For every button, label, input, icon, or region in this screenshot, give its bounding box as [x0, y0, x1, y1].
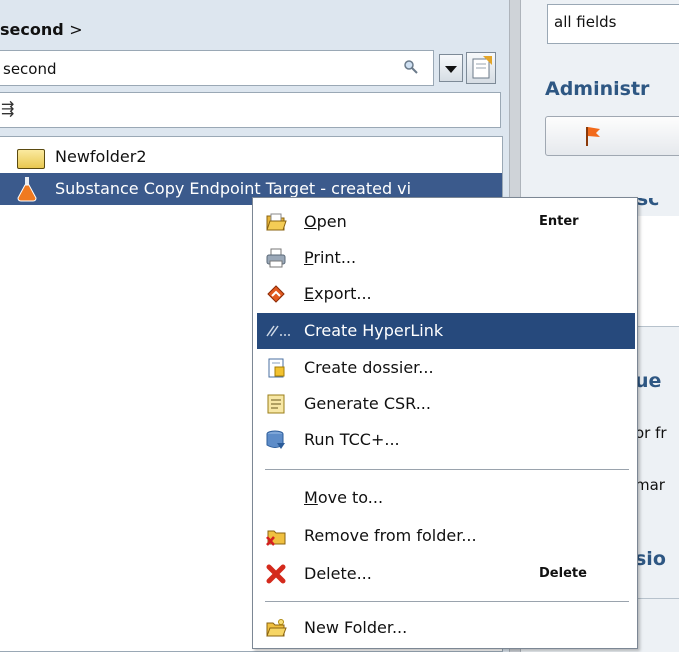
search-input[interactable]	[1, 59, 391, 79]
new-folder-icon	[265, 617, 287, 639]
menu-item-label: Generate CSR...	[304, 394, 431, 413]
delete-x-icon	[265, 563, 287, 585]
dossier-icon	[265, 357, 287, 379]
menu-item-label: Delete...	[304, 564, 372, 583]
export-icon	[265, 283, 287, 305]
menu-item-create-dossier[interactable]: Create dossier...	[257, 350, 635, 386]
breadcrumb-current[interactable]: second	[0, 20, 64, 39]
menu-mnemonic: O	[304, 212, 317, 231]
open-folder-icon	[265, 211, 287, 233]
menu-item-move-to[interactable]: Move to...	[257, 480, 635, 516]
remove-folder-icon	[265, 525, 287, 547]
settings-document-icon	[472, 56, 492, 79]
right-text-or-fr: or fr	[635, 424, 667, 442]
menu-item-label: xport...	[314, 284, 372, 303]
search-dropdown-button[interactable]	[439, 54, 463, 82]
list-item-label: Newfolder2	[55, 147, 147, 166]
menu-separator	[265, 601, 629, 602]
menu-item-label: ove to...	[317, 488, 384, 507]
field-selector[interactable]: all fields	[547, 4, 679, 44]
menu-item-delete[interactable]: Delete... Delete	[257, 556, 635, 592]
sort-arrows-icon[interactable]: ⇶	[1, 99, 14, 118]
search-icon[interactable]	[403, 59, 419, 79]
menu-item-label: Create HyperLink	[304, 321, 444, 340]
list-item[interactable]: Newfolder2	[0, 141, 502, 173]
list-item-label: Substance Copy Endpoint Target - created…	[55, 179, 412, 198]
shortcut-label: Enter	[539, 214, 579, 229]
menu-item-create-hyperlink[interactable]: Create HyperLink	[257, 313, 635, 349]
menu-item-export[interactable]: Export...	[257, 276, 635, 312]
database-icon	[265, 429, 287, 451]
printer-icon	[265, 247, 287, 269]
search-options-button[interactable]	[466, 52, 496, 84]
menu-item-label: Create dossier...	[304, 358, 434, 377]
menu-item-label: rint...	[313, 248, 357, 267]
flag-icon	[586, 127, 600, 146]
substance-flask-icon	[15, 176, 39, 205]
menu-separator	[265, 469, 629, 470]
hyperlink-icon	[265, 320, 290, 342]
field-selector-value: all fields	[554, 13, 617, 31]
menu-item-open[interactable]: Open Enter	[257, 204, 635, 240]
breadcrumb-separator: >	[69, 20, 83, 39]
breadcrumb: second >	[0, 20, 83, 39]
menu-item-run-tcc[interactable]: Run TCC+...	[257, 422, 635, 458]
section-heading-sio: sio	[635, 548, 666, 570]
menu-mnemonic: M	[304, 488, 318, 507]
folder-icon	[17, 149, 45, 169]
menu-item-print[interactable]: Print...	[257, 240, 635, 276]
search-field[interactable]	[0, 50, 434, 86]
menu-item-generate-csr[interactable]: Generate CSR...	[257, 386, 635, 422]
context-menu: Open Enter Print... Export... Create Hyp…	[252, 197, 638, 649]
filter-bar[interactable]: ⇶	[0, 92, 501, 128]
section-heading-ue: ue	[635, 370, 662, 392]
menu-item-label: Run TCC+...	[304, 430, 400, 449]
shortcut-label: Delete	[539, 566, 587, 581]
flag-button[interactable]	[545, 116, 679, 156]
administrative-heading: Administr	[545, 78, 650, 100]
menu-item-label: New Folder...	[304, 618, 408, 637]
menu-item-label: Remove from folder...	[304, 526, 477, 545]
menu-item-new-folder[interactable]: New Folder...	[257, 610, 635, 646]
menu-mnemonic: P	[304, 248, 314, 267]
menu-mnemonic: E	[304, 284, 315, 303]
csr-document-icon	[265, 393, 287, 415]
menu-item-label: pen	[316, 212, 347, 231]
right-text-mar: mar	[635, 476, 665, 494]
menu-item-remove-from-folder[interactable]: Remove from folder...	[257, 518, 635, 554]
